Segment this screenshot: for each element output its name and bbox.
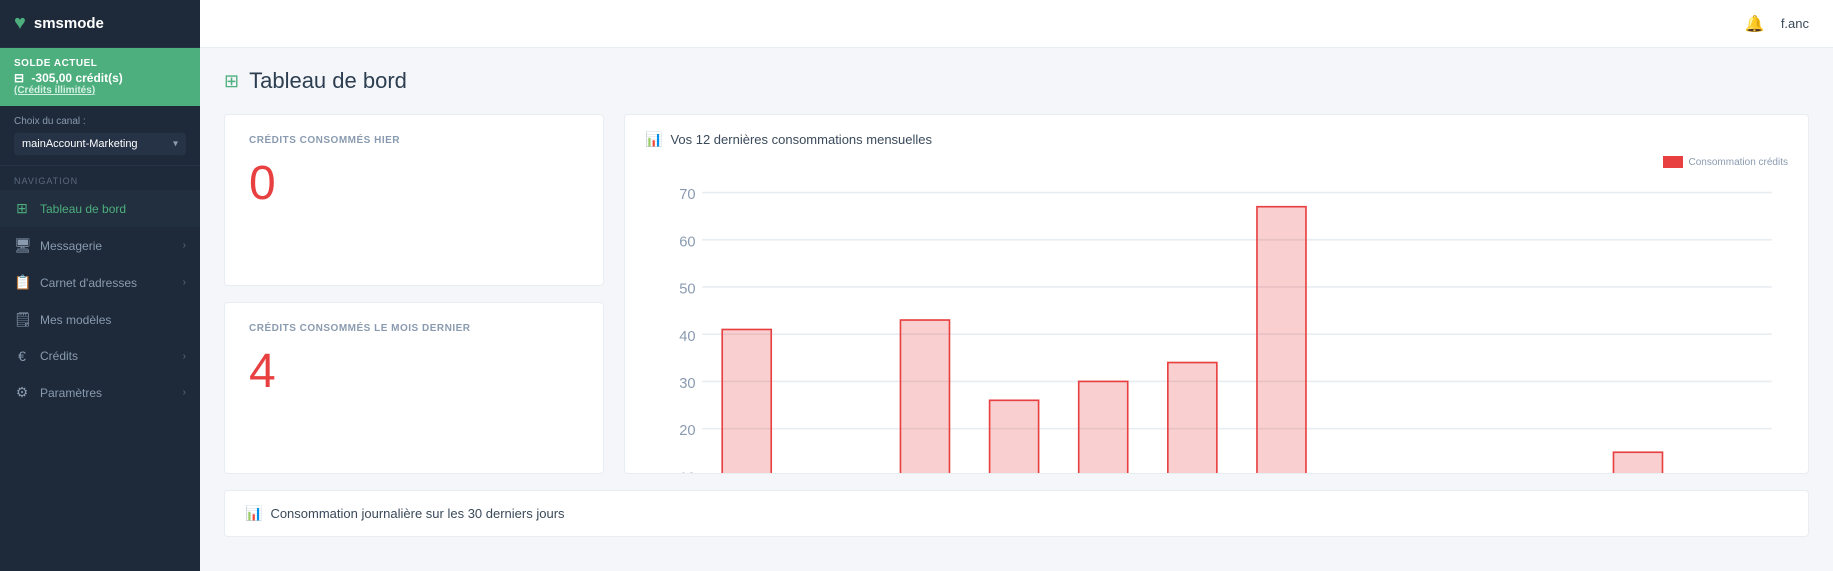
- sidebar-balance: SOLDE ACTUEL ⊟ -305,00 crédit(s) (Crédit…: [0, 48, 200, 106]
- sidebar-logo[interactable]: ♥ smsmode: [0, 0, 200, 48]
- sidebar: ♥ smsmode SOLDE ACTUEL ⊟ -305,00 crédit(…: [0, 0, 200, 571]
- balance-amount: ⊟ -305,00 crédit(s): [14, 71, 186, 85]
- logo-text: smsmode: [34, 15, 104, 32]
- content-area: ⊞ Tableau de bord CRÉDITS CONSOMMÉS HIER…: [200, 48, 1833, 571]
- sidebar-item-label: Carnet d'adresses: [40, 276, 137, 290]
- sidebar-item-label: Mes modèles: [40, 313, 111, 327]
- page-title: Tableau de bord: [249, 68, 407, 94]
- stat-card-label: CRÉDITS CONSOMMÉS HIER: [249, 135, 579, 146]
- chart-container: 📊 Vos 12 dernières consommations mensuel…: [624, 114, 1809, 474]
- user-name[interactable]: f.anc: [1781, 16, 1809, 31]
- notification-icon[interactable]: 🔔: [1745, 14, 1765, 34]
- legend-color-box: [1663, 156, 1683, 168]
- canal-label: Choix du canal :: [14, 116, 186, 127]
- cards-column: CRÉDITS CONSOMMÉS HIER 0 CRÉDITS CONSOMM…: [224, 114, 604, 474]
- chevron-icon: ›: [183, 277, 186, 288]
- stat-card-value: 4: [249, 348, 579, 396]
- credits-icon: €: [14, 348, 30, 364]
- svg-text:60: 60: [679, 234, 695, 250]
- balance-label: SOLDE ACTUEL: [14, 58, 186, 69]
- bottom-section-icon: 📊: [245, 505, 262, 522]
- dashboard-icon: ⊞: [14, 200, 30, 217]
- chart-title: Vos 12 dernières consommations mensuelle…: [670, 132, 932, 147]
- nav-section-label: NAVIGATION: [0, 166, 200, 190]
- svg-text:30: 30: [679, 376, 695, 392]
- chevron-icon: ›: [183, 351, 186, 362]
- modeles-icon: 🗒: [14, 311, 30, 328]
- stat-card-yesterday: CRÉDITS CONSOMMÉS HIER 0: [224, 114, 604, 286]
- chevron-icon: ›: [183, 240, 186, 251]
- sidebar-item-parametres[interactable]: ⚙ Paramètres ›: [0, 374, 200, 411]
- stat-card-value: 0: [249, 160, 579, 208]
- messagerie-icon: 🖥: [14, 237, 30, 254]
- svg-text:20: 20: [679, 423, 695, 439]
- legend-label: Consommation crédits: [1689, 157, 1788, 168]
- stat-card-label: CRÉDITS CONSOMMÉS LE MOIS DERNIER: [249, 323, 579, 334]
- main-container: 🔔 f.anc ⊞ Tableau de bord CRÉDITS CONSOM…: [200, 0, 1833, 571]
- logo-icon: ♥: [14, 12, 26, 35]
- sidebar-item-credits[interactable]: € Crédits ›: [0, 338, 200, 374]
- canal-select-wrapper[interactable]: mainAccount-Marketing: [14, 133, 186, 155]
- dashboard-grid: CRÉDITS CONSOMMÉS HIER 0 CRÉDITS CONSOMM…: [224, 114, 1809, 474]
- bottom-section: 📊 Consommation journalière sur les 30 de…: [224, 490, 1809, 537]
- sidebar-item-label: Crédits: [40, 349, 78, 363]
- sidebar-item-mes-modeles[interactable]: 🗒 Mes modèles: [0, 301, 200, 338]
- page-title-row: ⊞ Tableau de bord: [224, 68, 1809, 94]
- chevron-icon: ›: [183, 387, 186, 398]
- chart-title-row: 📊 Vos 12 dernières consommations mensuel…: [645, 131, 1788, 148]
- svg-text:50: 50: [679, 282, 695, 298]
- carnet-icon: 📋: [14, 274, 30, 291]
- sidebar-item-label: Paramètres: [40, 386, 102, 400]
- canal-select[interactable]: mainAccount-Marketing: [14, 133, 186, 155]
- balance-icon: ⊟: [14, 71, 24, 85]
- stat-card-last-month: CRÉDITS CONSOMMÉS LE MOIS DERNIER 4: [224, 302, 604, 474]
- sidebar-canal: Choix du canal : mainAccount-Marketing: [0, 106, 200, 166]
- chart-area: 010203040506070août 18sept. 18oct. 18nov…: [645, 176, 1788, 474]
- bottom-section-text: Consommation journalière sur les 30 dern…: [270, 506, 564, 521]
- balance-sub: (Crédits illimités): [14, 85, 186, 96]
- page-title-icon: ⊞: [224, 71, 239, 92]
- chart-icon: 📊: [645, 131, 662, 148]
- sidebar-item-messagerie[interactable]: 🖥 Messagerie ›: [0, 227, 200, 264]
- parametres-icon: ⚙: [14, 384, 30, 401]
- chart-legend: Consommation crédits: [645, 156, 1788, 168]
- svg-text:70: 70: [679, 187, 695, 203]
- sidebar-item-label: Messagerie: [40, 239, 102, 253]
- sidebar-item-carnet-adresses[interactable]: 📋 Carnet d'adresses ›: [0, 264, 200, 301]
- bar-chart-svg: 010203040506070août 18sept. 18oct. 18nov…: [645, 176, 1788, 474]
- sidebar-item-tableau-de-bord[interactable]: ⊞ Tableau de bord: [0, 190, 200, 227]
- sidebar-item-label: Tableau de bord: [40, 202, 126, 216]
- svg-text:40: 40: [679, 329, 695, 345]
- top-bar: 🔔 f.anc: [200, 0, 1833, 48]
- svg-text:10: 10: [679, 470, 695, 474]
